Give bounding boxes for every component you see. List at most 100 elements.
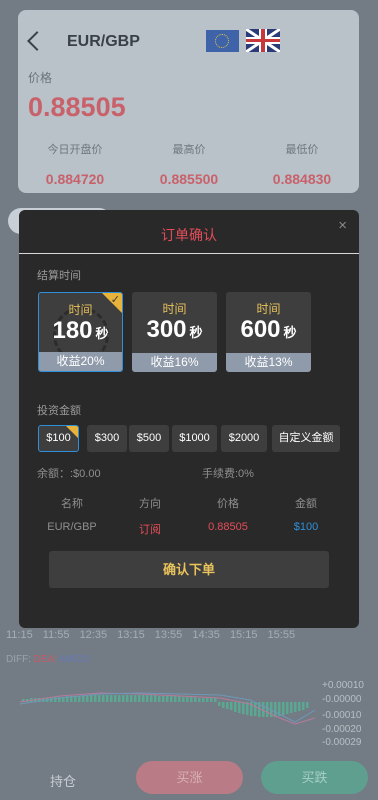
time-option-value: 600 秒 bbox=[240, 316, 297, 343]
macd-bar bbox=[286, 702, 289, 714]
macd-bar bbox=[290, 702, 293, 713]
time-option-300[interactable]: 时间 300 秒 收益16% bbox=[132, 292, 217, 372]
macd-bar bbox=[86, 696, 89, 702]
y-tick: +0.00010 bbox=[322, 680, 364, 691]
time-option-value: 180 秒 bbox=[52, 317, 109, 344]
buy-up-button[interactable]: 买涨 bbox=[136, 761, 243, 794]
time-option-600[interactable]: 时间 600 秒 收益13% bbox=[226, 292, 311, 372]
macd-bar bbox=[114, 695, 117, 702]
time-tick: 11:15 bbox=[6, 629, 33, 641]
macd-bar bbox=[54, 697, 57, 702]
stat-open: 今日开盘价 0.884720 bbox=[20, 141, 130, 187]
stat-high-label: 最高价 bbox=[172, 144, 206, 156]
price-label: 价格 bbox=[28, 71, 53, 85]
time-axis: 11:15 11:55 12:35 13:15 13:55 14:35 15:1… bbox=[6, 629, 302, 641]
row-name: EUR/GBP bbox=[47, 521, 97, 533]
macd-bar bbox=[110, 695, 113, 702]
dea-label: DEA: bbox=[33, 654, 58, 665]
macd-bar bbox=[162, 696, 165, 702]
macd-bar bbox=[138, 695, 141, 702]
stat-high-value: 0.885500 bbox=[159, 171, 219, 187]
confirm-order-button[interactable]: 确认下单 bbox=[49, 551, 329, 588]
macd-bar bbox=[166, 696, 169, 702]
macd-bar bbox=[90, 695, 93, 702]
header-price: 价格 bbox=[217, 498, 239, 510]
amount-2000-button[interactable]: $2000 bbox=[221, 425, 267, 452]
macd-bar bbox=[146, 695, 149, 702]
macd-bar bbox=[154, 695, 157, 702]
time-option-profit: 收益16% bbox=[132, 353, 217, 372]
macd-bar bbox=[222, 702, 225, 708]
macd-bar bbox=[230, 702, 233, 710]
y-tick: -0.00010 bbox=[322, 710, 362, 721]
custom-amount-button[interactable]: 自定义金额 bbox=[272, 425, 340, 452]
amount-300-button[interactable]: $300 bbox=[87, 425, 127, 452]
macd-bar bbox=[158, 696, 161, 702]
macd-bar bbox=[122, 695, 125, 702]
time-tick: 15:55 bbox=[267, 629, 296, 641]
macd-bar bbox=[82, 696, 85, 702]
time-option-title: 时间 bbox=[256, 302, 281, 316]
macd-bar bbox=[226, 702, 229, 709]
macd-bar bbox=[282, 702, 285, 715]
stat-low-value: 0.884830 bbox=[272, 171, 332, 187]
macd-bar bbox=[218, 702, 221, 706]
macd-bar bbox=[302, 702, 305, 710]
macd-bar bbox=[106, 695, 109, 702]
macd-bar bbox=[150, 695, 153, 702]
close-icon[interactable]: × bbox=[338, 217, 347, 234]
macd-bar bbox=[142, 695, 145, 702]
header-direction: 方向 bbox=[139, 498, 161, 510]
macd-label: MACD: bbox=[59, 654, 93, 665]
macd-bar bbox=[266, 702, 269, 717]
buy-down-button[interactable]: 买跌 bbox=[261, 761, 368, 794]
time-option-180[interactable]: 时间 180 秒 收益20% ✓ bbox=[38, 292, 123, 372]
macd-bar bbox=[186, 697, 189, 702]
macd-chart: +0.00010 -0.00000 -0.00010 -0.00020 -0.0… bbox=[19, 680, 364, 748]
y-tick: -0.00020 bbox=[322, 724, 362, 735]
y-tick: -0.00000 bbox=[322, 694, 362, 705]
macd-bar bbox=[78, 696, 81, 702]
macd-bar bbox=[170, 696, 173, 702]
macd-bar bbox=[190, 697, 193, 702]
macd-bar bbox=[306, 702, 309, 708]
y-tick: -0.00029 bbox=[322, 737, 362, 748]
stat-low: 最低价 0.884830 bbox=[247, 141, 357, 187]
time-option-title: 时间 bbox=[162, 302, 187, 316]
hold-tab[interactable]: 持仓 bbox=[50, 771, 76, 790]
macd-bar bbox=[98, 695, 101, 702]
macd-bar bbox=[214, 698, 217, 702]
time-tick: 13:55 bbox=[154, 629, 183, 641]
amount-1000-button[interactable]: $1000 bbox=[172, 425, 217, 452]
macd-bar bbox=[182, 697, 185, 702]
amount-100-button[interactable]: $100 bbox=[38, 425, 79, 452]
time-tick: 15:15 bbox=[229, 629, 258, 641]
stat-open-value: 0.884720 bbox=[45, 171, 105, 187]
eu-flag-icon bbox=[206, 30, 239, 52]
macd-bar bbox=[134, 695, 137, 702]
macd-bar bbox=[238, 702, 241, 713]
uk-flag-icon bbox=[246, 29, 280, 52]
row-direction: 订阅 bbox=[139, 524, 161, 536]
macd-bar bbox=[194, 697, 197, 702]
macd-bar bbox=[210, 698, 213, 702]
check-icon: ✓ bbox=[110, 294, 120, 306]
amount-500-button[interactable]: $500 bbox=[129, 425, 169, 452]
macd-bar bbox=[254, 702, 257, 716]
macd-legend: DIFF: DEA: MACD: bbox=[6, 654, 92, 665]
macd-bar bbox=[126, 695, 129, 702]
time-tick: 13:15 bbox=[117, 629, 145, 641]
selected-corner bbox=[66, 426, 78, 438]
stat-high: 最高价 0.885500 bbox=[134, 141, 244, 187]
time-option-profit: 收益13% bbox=[226, 353, 311, 372]
macd-bar bbox=[178, 696, 181, 702]
macd-bar bbox=[206, 698, 209, 702]
macd-bar bbox=[242, 702, 245, 714]
macd-bar bbox=[102, 695, 105, 702]
stat-open-label: 今日开盘价 bbox=[47, 144, 103, 156]
macd-bar bbox=[274, 702, 277, 717]
macd-bar bbox=[130, 695, 133, 702]
fee-text: 手续费:0% bbox=[202, 468, 254, 480]
macd-bar bbox=[298, 702, 301, 711]
title-divider bbox=[19, 253, 359, 254]
